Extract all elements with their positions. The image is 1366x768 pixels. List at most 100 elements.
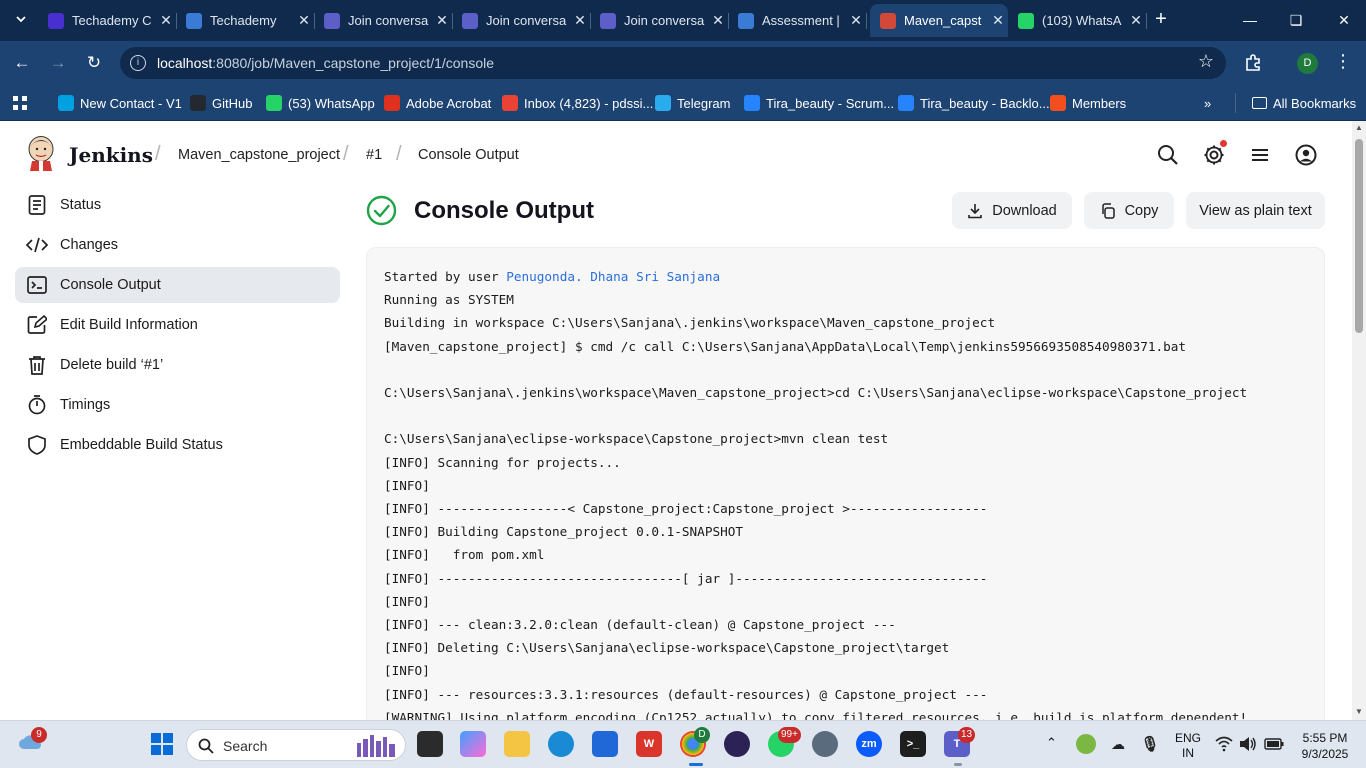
sidebar-item[interactable]: Changes (15, 227, 340, 263)
close-tab-icon[interactable]: ✕ (988, 12, 1008, 29)
tray-app-icon[interactable] (1076, 734, 1096, 754)
all-bookmarks-folder[interactable]: All Bookmarks (1252, 93, 1356, 113)
bookmark-item[interactable]: Telegram (655, 93, 730, 113)
members-icon (1050, 95, 1066, 111)
close-tab-icon[interactable]: ✕ (846, 12, 866, 29)
browser-tab[interactable]: Join conversa ✕ (452, 4, 591, 37)
browser-tab[interactable]: Join conversa ✕ (314, 4, 453, 37)
battery-icon[interactable] (1263, 734, 1285, 754)
copy-button[interactable]: Copy (1084, 192, 1174, 229)
close-tab-icon[interactable]: ✕ (294, 12, 314, 29)
new-tab-button[interactable]: + (1150, 8, 1172, 32)
tab-separator (866, 13, 867, 29)
bookmark-item[interactable]: GitHub (190, 93, 252, 113)
file-explorer-icon[interactable] (504, 731, 530, 757)
bookmark-item[interactable]: (53) WhatsApp (266, 93, 375, 113)
breadcrumb-build[interactable]: #1 (366, 147, 382, 163)
breadcrumb-console[interactable]: Console Output (418, 147, 519, 163)
address-bar[interactable]: i localhost:8080/job/Maven_capstone_proj… (120, 47, 1226, 79)
settings-gear-icon[interactable] (812, 731, 838, 757)
volume-icon[interactable] (1238, 734, 1258, 754)
bookmark-item[interactable]: Tira_beauty - Scrum... (744, 93, 894, 113)
bookmark-label: Adobe Acrobat (406, 95, 492, 111)
site-info-icon[interactable]: i (130, 55, 146, 71)
bookmark-item[interactable]: Tira_beauty - Backlo... (898, 93, 1050, 113)
profile-avatar[interactable]: D (1297, 53, 1318, 74)
browser-tab[interactable]: Techademy C ✕ (38, 4, 177, 37)
close-tab-icon[interactable]: ✕ (708, 12, 728, 29)
jenkins-logo-icon[interactable] (26, 135, 56, 171)
sidebar-item[interactable]: Edit Build Information (15, 307, 340, 343)
minimize-button[interactable]: — (1235, 8, 1265, 32)
close-tab-icon[interactable]: ✕ (570, 12, 590, 29)
breadcrumb-job[interactable]: Maven_capstone_project (178, 147, 340, 163)
sidebar-item-label: Delete build ‘#1’ (60, 357, 164, 373)
browser-menu-icon[interactable]: ⋮ (1334, 51, 1352, 72)
language-indicator[interactable]: ENG IN (1170, 731, 1206, 761)
console-line: [INFO] from pom.xml (384, 547, 545, 563)
zoom-icon[interactable]: zm (856, 731, 882, 757)
chrome-profile-badge: D (694, 727, 710, 743)
console-line: [INFO] Building Capstone_project 0.0.1-S… (384, 524, 744, 540)
close-tab-icon[interactable]: ✕ (156, 12, 176, 29)
tab-title: Maven_capst (904, 13, 982, 28)
download-button[interactable]: Download (952, 192, 1072, 229)
scroll-down-arrow-icon[interactable]: ▼ (1355, 707, 1363, 716)
terminal-icon[interactable]: >_ (900, 731, 926, 757)
windows-start-icon[interactable] (149, 731, 175, 757)
back-arrow-icon[interactable]: ← (9, 51, 35, 75)
maximize-button[interactable]: ❏ (1281, 8, 1311, 32)
url-text[interactable]: localhost:8080/job/Maven_capstone_projec… (157, 55, 494, 71)
wifi-icon[interactable] (1214, 734, 1234, 754)
close-tab-icon[interactable]: ✕ (1126, 12, 1146, 29)
jenkins-brand[interactable]: Jenkins (69, 143, 153, 167)
edge-icon[interactable] (548, 731, 574, 757)
user-account-icon[interactable] (1294, 143, 1318, 167)
sidebar-item[interactable]: Status (15, 187, 340, 223)
close-window-button[interactable]: ✕ (1329, 8, 1359, 32)
browser-tab[interactable]: Join conversa ✕ (590, 4, 729, 37)
browser-tab[interactable]: Assessment | ✕ (728, 4, 867, 37)
all-bookmarks-label: All Bookmarks (1273, 95, 1357, 111)
tray-network-icon[interactable]: ☁ (1108, 734, 1128, 754)
bookmark-item[interactable]: New Contact - V1 (58, 93, 182, 113)
clock[interactable]: 5:55 PM 9/3/2025 (1292, 730, 1358, 762)
microphone-icon[interactable]: 🎙 (1140, 734, 1160, 754)
microsoft-store-icon[interactable] (592, 731, 618, 757)
task-view-icon[interactable] (417, 731, 443, 757)
view-plain-text-button[interactable]: View as plain text (1186, 192, 1325, 229)
scrollbar-thumb[interactable] (1355, 139, 1363, 333)
browser-tab[interactable]: Maven_capst ✕ (870, 4, 1008, 37)
windows-taskbar: 9 Search W D 99+ zm >_ T 13 ⌃ ☁ 🎙 ENG IN… (0, 720, 1366, 768)
console-user-link[interactable]: Penugonda. Dhana Sri Sanjana (506, 269, 720, 284)
hamburger-menu-icon[interactable] (1248, 143, 1272, 167)
browser-tab[interactable]: Techademy ✕ (176, 4, 315, 37)
apps-grid-icon[interactable] (12, 93, 28, 113)
page-scrollbar[interactable]: ▲ ▼ (1352, 121, 1366, 720)
extensions-puzzle-icon[interactable] (1242, 52, 1264, 74)
bookmark-item[interactable]: Adobe Acrobat (384, 93, 491, 113)
sidebar-item[interactable]: Embeddable Build Status (15, 427, 340, 463)
eclipse-icon[interactable] (724, 731, 750, 757)
sidebar-item[interactable]: Timings (15, 387, 340, 423)
bookmark-item[interactable]: Members (1050, 93, 1126, 113)
bookmark-star-icon[interactable]: ☆ (1198, 51, 1214, 72)
scroll-up-arrow-icon[interactable]: ▲ (1355, 123, 1363, 132)
clock-time: 5:55 PM (1302, 731, 1348, 745)
wps-office-icon[interactable]: W (636, 731, 662, 757)
bookmark-label: New Contact - V1 (80, 95, 182, 111)
sidebar-item[interactable]: Console Output (15, 267, 340, 303)
copilot-icon[interactable] (460, 731, 486, 757)
bookmarks-overflow-icon[interactable]: » (1204, 93, 1211, 113)
browser-tab[interactable]: (103) WhatsA ✕ (1008, 4, 1147, 37)
tray-overflow-chevron-icon[interactable]: ⌃ (1046, 735, 1057, 751)
search-icon[interactable] (1156, 143, 1180, 167)
tab-search-chevron-icon[interactable] (8, 8, 34, 34)
reload-icon[interactable]: ↻ (81, 51, 107, 75)
close-tab-icon[interactable]: ✕ (432, 12, 452, 29)
bookmark-item[interactable]: Inbox (4,823) - pdssi... (502, 93, 653, 113)
taskbar-search-box[interactable]: Search (186, 729, 406, 761)
forward-arrow-icon[interactable]: → (45, 51, 71, 75)
sidebar-item[interactable]: Delete build ‘#1’ (15, 347, 340, 383)
breadcrumb-separator: / (343, 143, 349, 165)
